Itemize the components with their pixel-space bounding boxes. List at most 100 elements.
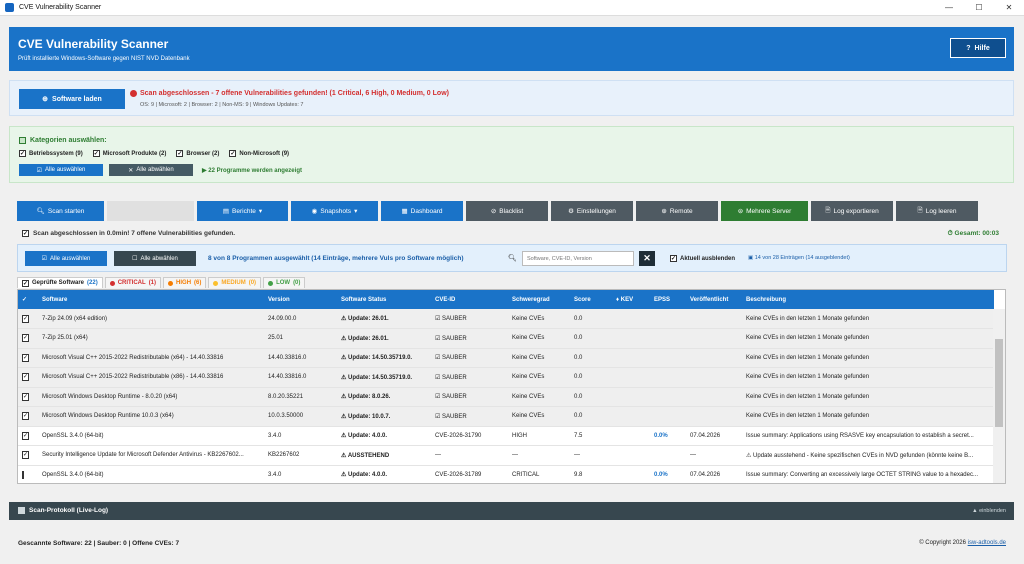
table-row[interactable]: ✓ Microsoft Visual C++ 2015-2022 Redistri… [18, 348, 994, 368]
gear-icon: ⚙ [568, 208, 574, 215]
category-select-all-button[interactable]: ☑ Alle auswählen [19, 164, 103, 176]
globe-icon: ⊕ [42, 96, 49, 103]
row-checkbox-cell[interactable]: ✓ [18, 328, 38, 349]
log-clear-label: Log leeren [925, 207, 957, 215]
column-header-kev[interactable]: ♦ KEV [612, 290, 650, 309]
row-checkbox[interactable]: ✓ [22, 373, 30, 382]
select-all-button[interactable]: ☑ Alle auswählen [25, 251, 107, 266]
cell-status: ⚠ Update: 26.01. [337, 328, 431, 349]
remote-button[interactable]: ⊕ Remote [636, 201, 718, 221]
clear-search-button[interactable]: ✕ [639, 251, 655, 266]
table-row[interactable]: ✓ Microsoft Windows Desktop Runtime - 8.0… [18, 387, 994, 407]
column-header-status[interactable]: Software Status [337, 290, 431, 309]
reports-button[interactable]: ▤ Berichte ▾ [197, 201, 288, 221]
blacklist-label: Blacklist [499, 207, 524, 215]
footer-link[interactable]: isw-adtools.de [968, 540, 1006, 546]
log-export-button[interactable]: 🗎︎ Log exportieren [811, 201, 893, 221]
settings-button[interactable]: ⚙ Einstellungen [551, 201, 633, 221]
category-checkbox-browser[interactable]: ✓ Browser (2) [176, 150, 219, 157]
scan-start-label: Scan starten [47, 207, 85, 215]
column-header-severity[interactable]: Schweregrad [508, 290, 570, 309]
check-icon: ☑ [36, 167, 43, 174]
row-checkbox[interactable]: ✓ [22, 353, 30, 362]
table-row[interactable]: ✓ Microsoft Visual C++ 2015-2022 Redistri… [18, 367, 994, 388]
table-row[interactable]: ✓ Microsoft Windows Desktop Runtime 10.0.… [18, 406, 994, 427]
row-checkbox[interactable]: ✓ [22, 431, 30, 440]
row-checkbox-cell[interactable]: ✓ [18, 309, 38, 329]
log-clear-button[interactable]: 🗎︎ Log leeren [896, 201, 978, 221]
table-row[interactable]: ✓ Security Intelligence Update for Micros… [18, 445, 994, 466]
table-row[interactable]: ✓ 7-Zip 25.01 (x64) 25.01 ⚠ Update: 26.01. ☑… [18, 328, 994, 349]
high-dot-icon [168, 280, 174, 286]
snapshots-button[interactable]: ◉ Snapshots ▾ [291, 201, 378, 221]
category-info-text: 22 Programme werden angezeigt [208, 168, 302, 174]
load-software-button[interactable]: ⊕ Software laden [19, 89, 125, 109]
column-header-version[interactable]: Version [264, 290, 337, 309]
scrollbar-thumb[interactable] [995, 339, 1003, 427]
minimize-icon[interactable]: — [934, 0, 964, 16]
column-header-software[interactable]: Software [38, 290, 264, 309]
row-checkbox[interactable]: ✓ [22, 334, 30, 343]
scan-status: Scan abgeschlossen - 7 offene Vulnerabil… [130, 90, 449, 97]
row-checkbox-cell[interactable]: ✓ [18, 406, 38, 427]
category-checkbox-os[interactable]: ✓ Betriebssystem (9) [19, 150, 83, 157]
column-header-cve[interactable]: CVE-ID [431, 290, 508, 309]
scan-start-button[interactable]: 🔍︎ Scan starten [17, 201, 104, 221]
row-checkbox-cell[interactable]: ✓ [18, 387, 38, 407]
search-icon: 🔍︎ [508, 255, 517, 262]
block-icon: ⊘ [490, 208, 497, 215]
tab-medium[interactable]: MEDIUM (0) [208, 277, 262, 288]
table-row[interactable]: ✓ 7-Zip 24.09 (x64 edition) 24.09.00.0 ⚠ Up… [18, 309, 994, 329]
help-button[interactable]: ? Hilfe [950, 38, 1006, 58]
kev-header-label: KEV [620, 296, 634, 303]
table-scrollbar[interactable] [993, 309, 1005, 483]
maximize-icon[interactable]: ☐ [964, 0, 994, 16]
column-header-epss[interactable]: EPSS [650, 290, 686, 309]
search-icon: 🔍︎ [36, 208, 45, 215]
row-checkbox-cell[interactable]: ✓ [18, 426, 38, 446]
cell-published [686, 309, 742, 329]
cell-kev [612, 406, 650, 427]
row-checkbox-cell[interactable]: ✓ [18, 348, 38, 368]
column-header-description[interactable]: Beschreibung [742, 290, 994, 309]
tab-low[interactable]: LOW (0) [263, 277, 306, 288]
table-row[interactable]: OpenSSL 3.4.0 (64-bit) 3.4.0 ⚠ Update: 4.0… [18, 465, 994, 483]
column-header-check[interactable]: ✓ [18, 290, 38, 309]
blacklist-button[interactable]: ⊘ Blacklist [466, 201, 548, 221]
category-checkboxes: ✓ Betriebssystem (9) ✓ Microsoft Produkte … [19, 150, 289, 157]
row-checkbox-cell[interactable] [18, 465, 38, 483]
tab-checked-software[interactable]: ✓ Geprüfte Software (22) [17, 277, 103, 288]
multi-server-button[interactable]: ⊜ Mehrere Server [721, 201, 808, 221]
row-checkbox[interactable] [22, 470, 24, 479]
column-header-score[interactable]: Score [570, 290, 612, 309]
reports-label: Berichte [232, 207, 256, 215]
deselect-all-button[interactable]: ☐ Alle abwählen [114, 251, 196, 266]
log-panel-header[interactable]: Scan-Protokoll (Live-Log) ▲ einblenden [9, 502, 1014, 520]
tab-high[interactable]: HIGH (6) [163, 277, 207, 288]
row-checkbox[interactable]: ✓ [22, 451, 30, 460]
row-checkbox-cell[interactable]: ✓ [18, 445, 38, 466]
search-input[interactable] [522, 251, 634, 266]
close-icon[interactable]: ✕ [994, 0, 1024, 16]
category-checkbox-microsoft[interactable]: ✓ Microsoft Produkte (2) [92, 150, 166, 157]
row-checkbox[interactable]: ✓ [22, 392, 30, 401]
row-checkbox-cell[interactable]: ✓ [18, 367, 38, 388]
cell-epss [650, 367, 686, 388]
tab-critical[interactable]: CRITICAL (1) [104, 277, 162, 288]
cell-status: ⚠ AUSSTEHEND [337, 445, 431, 466]
category-checkbox-non-ms[interactable]: ✓ Non-Microsoft (9) [229, 150, 289, 157]
row-checkbox[interactable]: ✓ [22, 314, 30, 323]
cell-kev [612, 445, 650, 466]
cell-severity: Keine CVEs [508, 367, 570, 388]
cell-epss [650, 387, 686, 407]
hide-current-checkbox[interactable]: ✓ Aktuell ausblenden [670, 255, 735, 262]
table-row[interactable]: ✓ OpenSSL 3.4.0 (64-bit) 3.4.0 ⚠ Update: 4.… [18, 426, 994, 446]
hide-current-label: Aktuell ausblenden [680, 255, 736, 262]
column-header-published[interactable]: Veröffentlicht [686, 290, 742, 309]
row-checkbox[interactable]: ✓ [22, 412, 30, 421]
dashboard-button[interactable]: ▦ Dashboard [381, 201, 463, 221]
category-deselect-all-button[interactable]: ✕ Alle abwählen [109, 164, 193, 176]
cell-cve: ☑ SAUBER [431, 348, 508, 368]
cell-published [686, 367, 742, 388]
log-expand[interactable]: ▲ einblenden [972, 508, 1006, 514]
